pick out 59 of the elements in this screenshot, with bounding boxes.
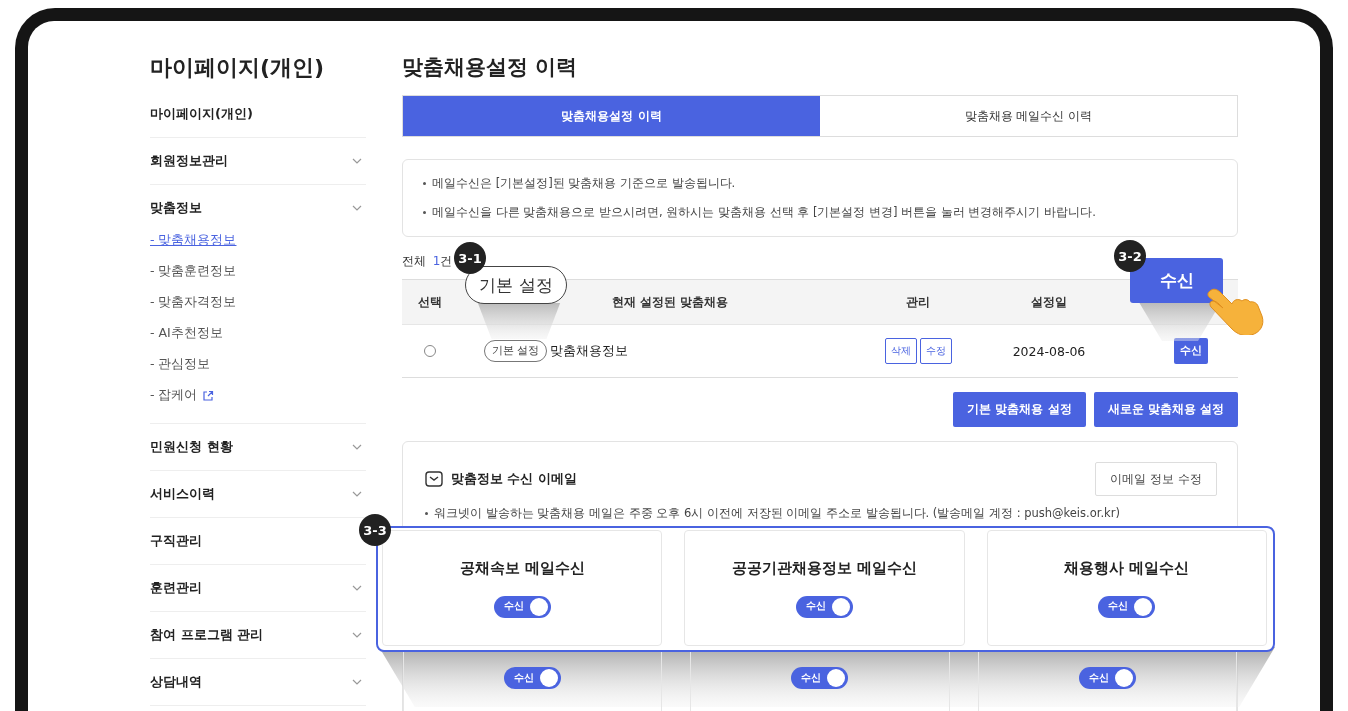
column-header: 현재 설정된 맞춤채용 [610, 293, 730, 311]
step-badge: 3-1 [454, 242, 486, 274]
notice-text: 메일수신은 [기본설정]된 맞춤채용 기준으로 발송됩니다. [432, 176, 736, 191]
tab[interactable]: 맞춤채용설정 이력 [403, 96, 820, 136]
card-title: 채용행사 메일수신 [1064, 558, 1190, 578]
column-header: 설정일 [1030, 293, 1068, 311]
submenu-link[interactable]: - 맞춤훈련정보 [150, 263, 237, 280]
bullet-icon [425, 512, 428, 515]
chevron-down-icon[interactable] [352, 158, 362, 164]
email-note: 워크넷이 발송하는 맞춤채용 메일은 주중 오후 6시 이전에 저장된 이메일 주소로 발송됩니다. (발송메일 계정 : push@keis.or.kr) [434, 506, 1120, 521]
edit-email-button[interactable]: 이메일 정보 수정 [1095, 462, 1217, 496]
chevron-down-icon[interactable] [352, 679, 362, 685]
sidebar-item[interactable]: 훈련관리 [150, 579, 202, 597]
table-cell: 2024-08-06 [1012, 343, 1086, 359]
magnified-tag: 기본 설정 [465, 266, 567, 304]
primary-button[interactable]: 기본 맞춤채용 설정 [953, 392, 1086, 427]
card-title: 공공기관채용정보 메일수신 [731, 558, 918, 578]
mail-icon [425, 471, 443, 487]
sidebar-item[interactable]: 회원정보관리 [150, 152, 228, 170]
sidebar-item[interactable]: 상담내역 [150, 673, 202, 691]
section-title: 맞춤정보 수신 이메일 [451, 470, 578, 488]
toggle-switch[interactable]: 수신 [791, 667, 849, 689]
toggle-switch[interactable]: 수신 [493, 595, 551, 618]
primary-button[interactable]: 새로운 맞춤채용 설정 [1093, 392, 1238, 427]
total-count: 1 [432, 254, 441, 268]
chevron-down-icon[interactable] [352, 444, 362, 450]
toggle-switch[interactable]: 수신 [1098, 595, 1156, 618]
submenu-link[interactable]: - 맞춤채용정보 [150, 232, 237, 249]
column-header: 선택 [417, 293, 443, 311]
action-button[interactable]: 수정 [919, 338, 952, 364]
sidebar-item[interactable]: 구직관리 [150, 532, 202, 550]
submenu-link[interactable]: - 잡케어 [150, 387, 198, 404]
action-button[interactable]: 삭제 [884, 338, 917, 364]
toggle-switch[interactable]: 수신 [504, 667, 562, 689]
total-label: 전체 [402, 254, 426, 268]
page-title: 맞춤채용설정 이력 [402, 54, 579, 81]
chevron-down-icon[interactable] [352, 585, 362, 591]
submenu-link[interactable]: - AI추천정보 [150, 325, 223, 342]
bullet-icon [423, 211, 426, 214]
step-badge: 3-3 [359, 514, 391, 546]
toggle-switch[interactable]: 수신 [1078, 667, 1136, 689]
sidebar-item[interactable]: 서비스이력 [150, 485, 215, 503]
sidebar-item[interactable]: 맞춤정보 [150, 199, 202, 217]
sidebar-title: 마이페이지(개인) [150, 54, 326, 82]
sidebar-item[interactable]: 마이페이지(개인) [150, 105, 253, 123]
table-cell: 맞춤채용정보 [550, 342, 629, 360]
bullet-icon [423, 182, 426, 185]
chevron-down-icon[interactable] [352, 205, 362, 211]
sidebar-item[interactable]: 민원신청 현황 [150, 438, 233, 456]
total-unit: 건 [440, 254, 453, 268]
sidebar-item[interactable]: 참여 프로그램 관리 [150, 626, 264, 644]
submenu-link[interactable]: - 관심정보 [150, 356, 211, 373]
toggle-switch[interactable]: 수신 [796, 595, 853, 618]
submenu-link[interactable]: - 맞춤자격정보 [150, 294, 237, 311]
chevron-down-icon[interactable] [352, 632, 362, 638]
column-header: 관리 [905, 293, 931, 311]
chevron-down-icon[interactable] [352, 491, 362, 497]
notice-text: 메일수신을 다른 맞춤채용으로 받으시려면, 원하시는 맞춤채용 선택 후 [기본설정 변경] 버튼을 눌러 변경해주시기 바랍니다. [432, 205, 1096, 220]
card-title: 공채속보 메일수신 [459, 558, 585, 578]
